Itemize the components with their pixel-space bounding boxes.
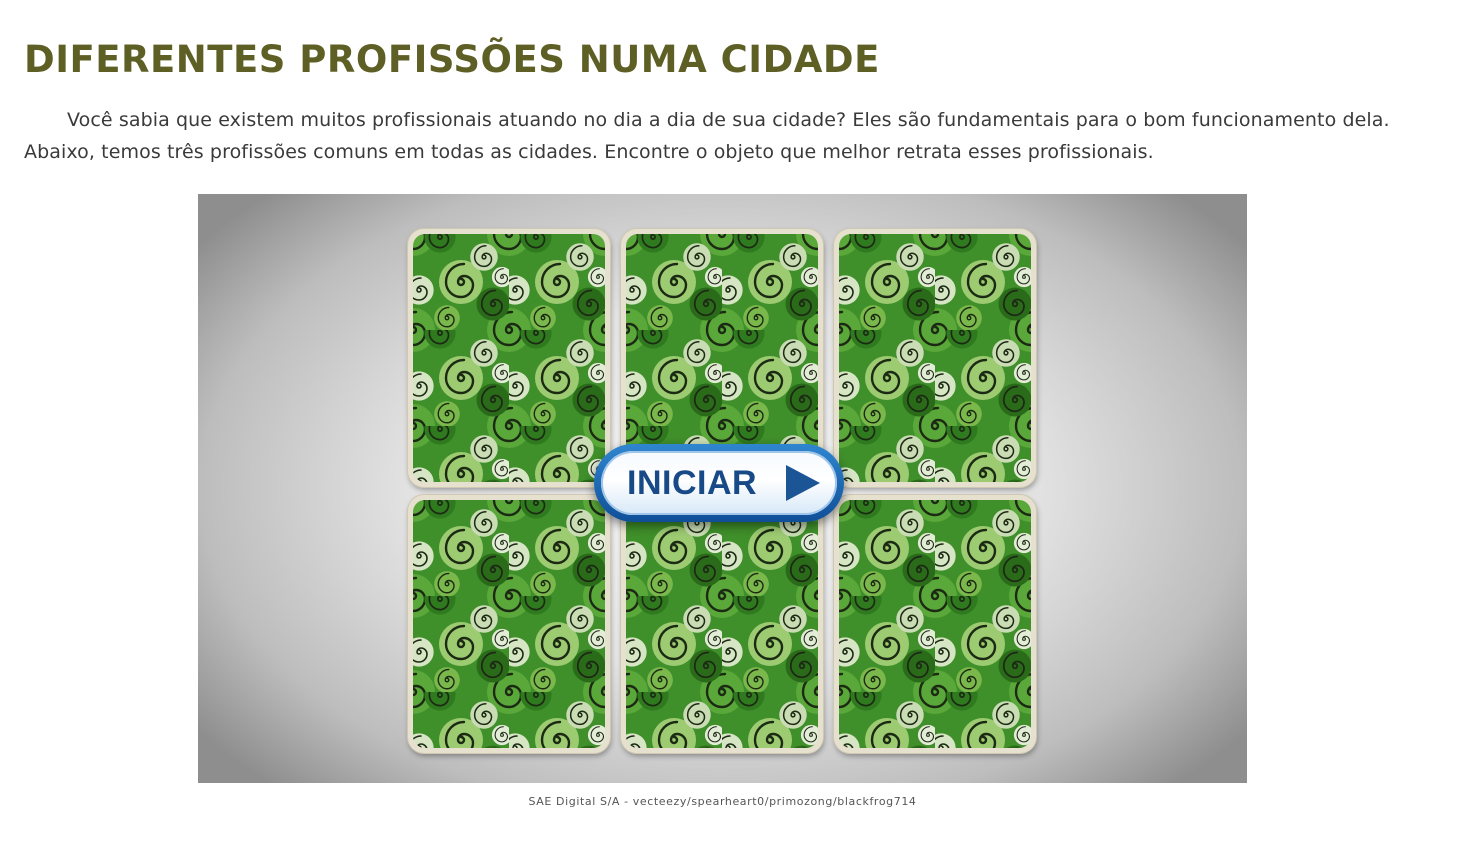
start-button-face[interactable]: INICIAR [601, 451, 837, 515]
page-title: DIFERENTES PROFISSÕES NUMA CIDADE [24, 38, 880, 81]
play-arrow-icon [786, 465, 820, 501]
intro-paragraph: Você sabia que existem muitos profission… [24, 109, 1390, 163]
green-swirl-pattern-icon [839, 500, 1031, 748]
card-1[interactable] [408, 229, 610, 487]
image-credit: SAE Digital S/A - vecteezy/spearheart0/p… [528, 795, 917, 808]
start-button[interactable]: INICIAR [594, 444, 844, 522]
start-button-label: INICIAR [627, 464, 758, 502]
card-3[interactable] [834, 229, 1036, 487]
page: DIFERENTES PROFISSÕES NUMA CIDADE Você s… [0, 0, 1460, 850]
green-swirl-pattern-icon [839, 234, 1031, 482]
green-swirl-pattern-icon [626, 500, 818, 748]
card-6[interactable] [834, 495, 1036, 753]
card-5[interactable] [621, 495, 823, 753]
card-4[interactable] [408, 495, 610, 753]
green-swirl-pattern-icon [413, 500, 605, 748]
green-swirl-pattern-icon [413, 234, 605, 482]
memory-game: INICIAR [198, 194, 1247, 783]
